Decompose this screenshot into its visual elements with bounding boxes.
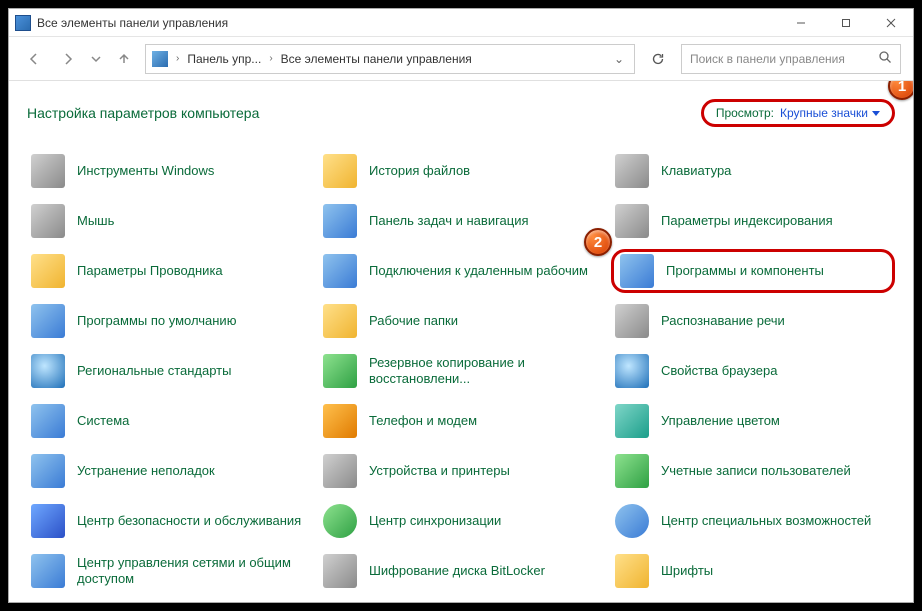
- item-taskbar-navigation[interactable]: Панель задач и навигация: [319, 199, 603, 243]
- item-devices-printers[interactable]: Устройства и принтеры: [319, 449, 603, 493]
- forward-button[interactable]: [55, 46, 81, 72]
- item-keyboard[interactable]: Клавиатура: [611, 149, 895, 193]
- item-mouse[interactable]: Мышь: [27, 199, 311, 243]
- minimize-button[interactable]: [778, 9, 823, 37]
- item-region[interactable]: Региональные стандарты: [27, 349, 311, 393]
- titlebar: Все элементы панели управления: [9, 9, 913, 37]
- control-panel-window: Все элементы панели управления › Панель …: [8, 8, 914, 603]
- devices-printers-icon: [323, 454, 357, 488]
- microphone-icon: [615, 304, 649, 338]
- taskbar-icon: [323, 204, 357, 238]
- item-programs-and-features[interactable]: 2 Программы и компоненты: [611, 249, 895, 293]
- maximize-button[interactable]: [823, 9, 868, 37]
- region-icon: [31, 354, 65, 388]
- recent-locations-button[interactable]: [89, 46, 103, 72]
- item-user-accounts[interactable]: Учетные записи пользователей: [611, 449, 895, 493]
- item-remote-desktop[interactable]: Подключения к удаленным рабочим: [319, 249, 603, 293]
- page-heading: Настройка параметров компьютера: [27, 105, 259, 121]
- flag-icon: [31, 504, 65, 538]
- troubleshooting-icon: [31, 454, 65, 488]
- item-color-management[interactable]: Управление цветом: [611, 399, 895, 443]
- backup-icon: [323, 354, 357, 388]
- close-button[interactable]: [868, 9, 913, 37]
- item-default-programs[interactable]: Программы по умолчанию: [27, 299, 311, 343]
- dropdown-icon: [872, 111, 880, 116]
- item-windows-tools[interactable]: Инструменты Windows: [27, 149, 311, 193]
- address-bar-icon: [152, 51, 168, 67]
- ease-of-access-icon: [615, 504, 649, 538]
- indexing-icon: [615, 204, 649, 238]
- bitlocker-icon: [323, 554, 357, 588]
- view-by-selector[interactable]: 1 Просмотр: Крупные значки: [701, 99, 895, 127]
- items-grid: Инструменты Windows История файлов Клави…: [27, 149, 895, 593]
- phone-modem-icon: [323, 404, 357, 438]
- work-folders-icon: [323, 304, 357, 338]
- keyboard-icon: [615, 154, 649, 188]
- item-system[interactable]: Система: [27, 399, 311, 443]
- item-indexing-options[interactable]: Параметры индексирования: [611, 199, 895, 243]
- control-panel-icon: [15, 15, 31, 31]
- callout-1: 1: [888, 81, 913, 100]
- breadcrumb-item[interactable]: Панель упр...: [187, 52, 261, 66]
- color-management-icon: [615, 404, 649, 438]
- item-work-folders[interactable]: Рабочие папки: [319, 299, 603, 343]
- breadcrumb-item[interactable]: Все элементы панели управления: [281, 52, 472, 66]
- window-title: Все элементы панели управления: [37, 16, 228, 30]
- item-network-sharing-center[interactable]: Центр управления сетями и общим доступом: [27, 549, 311, 593]
- search-icon: [878, 50, 892, 67]
- fonts-icon: [615, 554, 649, 588]
- chevron-right-icon[interactable]: ›: [265, 53, 276, 64]
- programs-icon: [620, 254, 654, 288]
- item-troubleshooting[interactable]: Устранение неполадок: [27, 449, 311, 493]
- file-history-icon: [323, 154, 357, 188]
- item-speech-recognition[interactable]: Распознавание речи: [611, 299, 895, 343]
- view-by-value[interactable]: Крупные значки: [780, 106, 880, 120]
- address-dropdown-icon[interactable]: ⌄: [610, 52, 628, 66]
- address-bar[interactable]: › Панель упр... › Все элементы панели уп…: [145, 44, 635, 74]
- refresh-button[interactable]: [643, 44, 673, 74]
- item-explorer-options[interactable]: Параметры Проводника: [27, 249, 311, 293]
- default-programs-icon: [31, 304, 65, 338]
- item-internet-options[interactable]: Свойства браузера: [611, 349, 895, 393]
- system-icon: [31, 404, 65, 438]
- user-accounts-icon: [615, 454, 649, 488]
- folder-options-icon: [31, 254, 65, 288]
- chevron-right-icon[interactable]: ›: [172, 53, 183, 64]
- mouse-icon: [31, 204, 65, 238]
- up-button[interactable]: [111, 46, 137, 72]
- item-bitlocker[interactable]: Шифрование диска BitLocker: [319, 549, 603, 593]
- item-sync-center[interactable]: Центр синхронизации: [319, 499, 603, 543]
- search-placeholder: Поиск в панели управления: [690, 52, 878, 66]
- sync-icon: [323, 504, 357, 538]
- item-phone-modem[interactable]: Телефон и модем: [319, 399, 603, 443]
- content-area: Настройка параметров компьютера 1 Просмо…: [9, 81, 913, 602]
- item-fonts[interactable]: Шрифты: [611, 549, 895, 593]
- navbar: › Панель упр... › Все элементы панели уп…: [9, 37, 913, 81]
- item-file-history[interactable]: История файлов: [319, 149, 603, 193]
- view-by-label: Просмотр:: [716, 106, 774, 120]
- callout-2: 2: [584, 228, 612, 256]
- item-ease-of-access[interactable]: Центр специальных возможностей: [611, 499, 895, 543]
- back-button[interactable]: [21, 46, 47, 72]
- search-input[interactable]: Поиск в панели управления: [681, 44, 901, 74]
- network-icon: [31, 554, 65, 588]
- tools-icon: [31, 154, 65, 188]
- item-security-maintenance[interactable]: Центр безопасности и обслуживания: [27, 499, 311, 543]
- internet-options-icon: [615, 354, 649, 388]
- remote-desktop-icon: [323, 254, 357, 288]
- item-backup-restore[interactable]: Резервное копирование и восстановлени...: [319, 349, 603, 393]
